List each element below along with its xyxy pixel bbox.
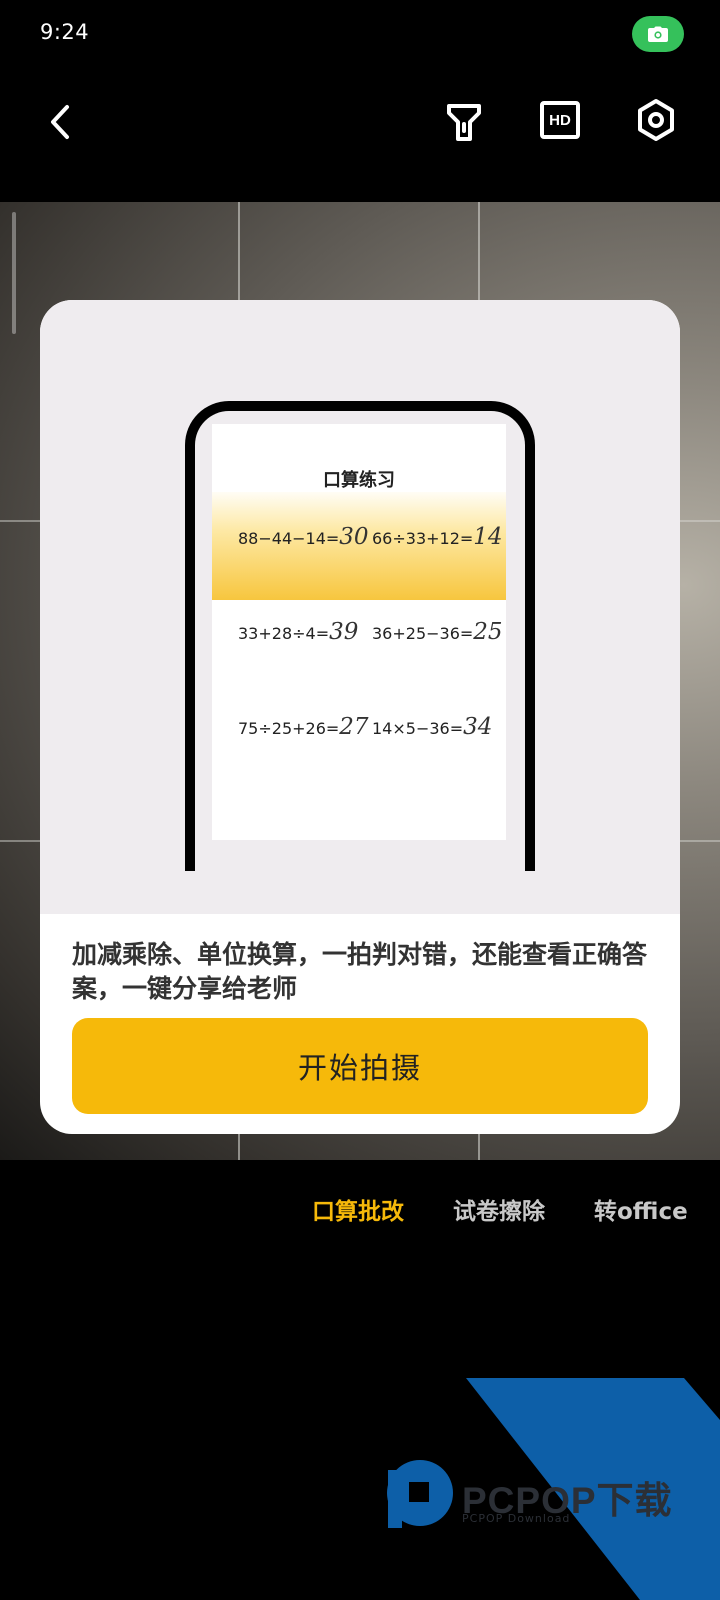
watermark-logo-hole [409,1482,429,1502]
watermark-logo-stem [388,1470,402,1528]
watermark-subtitle: PCPOP Download [462,1512,571,1525]
watermark-graphic [387,1378,720,1600]
